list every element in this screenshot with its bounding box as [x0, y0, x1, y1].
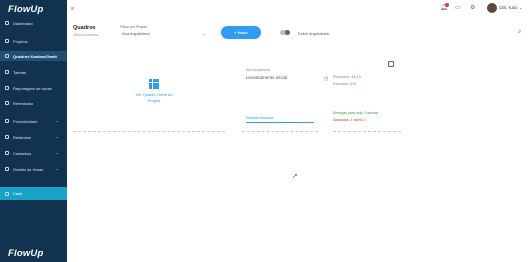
kanban-icon: [5, 54, 9, 58]
sidebar-item-label: Cash: [13, 191, 23, 196]
checkbox-icon[interactable]: [388, 61, 394, 67]
deliveries-today-link[interactable]: Entregas para hoje: 3 tarefas: [333, 111, 378, 115]
new-board-button[interactable]: + Novo: [221, 26, 261, 39]
user-name: Olá, Kaio: [499, 5, 518, 10]
notification-badge: [445, 3, 449, 7]
sidebar-item-label: Tarefas: [13, 69, 27, 75]
progress-fill: [246, 122, 314, 124]
general-board-label: Ver Quadro Geral do Projeto: [135, 92, 173, 103]
sidebar-item-quadros[interactable]: Quadros Kanban/Gantt: [0, 51, 67, 61]
hamburger-menu-icon[interactable]: ≡: [71, 6, 74, 12]
tasks-icon: [5, 70, 9, 74]
project-filter-select[interactable]: Ária Arquitetura ⌄: [119, 30, 208, 37]
board-title[interactable]: Levantamento inicial: [246, 75, 287, 80]
progress-label: Entrada realizada: [246, 116, 274, 120]
grid-icon: [149, 79, 159, 89]
sidebar-item-tarefas[interactable]: Tarefas: [0, 67, 67, 77]
sidebar-item-relatorios[interactable]: Relatórios ⌄: [0, 132, 67, 142]
sidebar-item-label: Quadros Kanban/Gantt: [13, 53, 57, 59]
estimated-hours: Estimado: 10 h: [333, 82, 357, 86]
divider: [73, 131, 225, 132]
sidebar-item-projetos[interactable]: Projetos: [0, 36, 67, 46]
divider: [333, 131, 401, 132]
archived-toggle-label: Exibir Arquivados: [298, 31, 329, 36]
list-icon: [5, 151, 9, 155]
chevron-down-icon: ⌄: [55, 150, 59, 155]
sidebar-item-label: Reembolso: [13, 100, 34, 106]
clock-icon: [5, 86, 9, 90]
sidebar-item-label: Reportagem de horas: [13, 85, 52, 91]
app-logo[interactable]: FlowUp: [8, 4, 44, 15]
divider: [242, 131, 318, 132]
footer-logo: FlowUp: [8, 248, 44, 259]
sidebar-item-cadastros[interactable]: Cadastros ⌄: [0, 148, 67, 158]
filter-value: Ária Arquitetura: [122, 31, 150, 36]
chevron-down-icon: ⌄: [55, 166, 59, 171]
sidebar-item-produtividade[interactable]: Produtividade ⌄: [0, 116, 67, 126]
sidebar-item-label: Dashboard: [13, 20, 33, 26]
warning-icon: ⚠: [363, 118, 367, 122]
reported-hours: Reportado: 94,2 h: [333, 75, 362, 79]
clock-icon: ◷: [324, 76, 329, 82]
folder-icon: [5, 39, 9, 43]
chevron-down-icon: ⌄: [55, 134, 59, 139]
user-menu[interactable]: Olá, Kaio ⌄: [499, 5, 523, 11]
sidebar-item-cash[interactable]: Cash: [0, 187, 67, 200]
hourglass-icon: [5, 167, 9, 171]
folder-icon[interactable]: ▭: [455, 4, 461, 11]
archived-toggle[interactable]: [280, 30, 290, 35]
sidebar-item-label: Gestão de Horas: [13, 166, 44, 172]
general-board-card[interactable]: Ver Quadro Geral do Projeto: [132, 79, 176, 104]
filter-label: Filtrar por Projeto: [120, 25, 148, 29]
sidebar-item-gestao-horas[interactable]: Gestão de Horas ⌄: [0, 164, 67, 174]
sidebar-item-dashboard[interactable]: Dashboard: [0, 18, 67, 28]
page-title: Quadros: [73, 25, 96, 31]
sidebar-item-label: Produtividade: [13, 118, 38, 124]
board-project-tag: Ária Arquitetura: [246, 68, 271, 72]
mouse-cursor-icon: ➚: [292, 173, 298, 180]
sidebar-item-reembolso[interactable]: Reembolso: [0, 98, 67, 108]
chart-icon: [5, 119, 9, 123]
settings-icon[interactable]: ⚙: [470, 4, 475, 11]
sidebar: FlowUp Dashboard Projetos Quadros Kanban…: [0, 0, 67, 262]
money-icon: [5, 101, 9, 105]
overdue-link[interactable]: Atrasadas: 1 tarefa ⚠: [333, 118, 367, 122]
sidebar-item-label: Relatórios: [13, 134, 32, 140]
chevron-down-icon: ⌄: [202, 31, 206, 36]
search-icon[interactable]: ⌕: [518, 29, 521, 36]
board-progress-bar: [246, 122, 314, 124]
page-subtitle: Últimos Acessos: [73, 33, 99, 37]
chevron-down-icon: ⌄: [55, 118, 59, 123]
sidebar-item-label: Cadastros: [13, 150, 32, 156]
sidebar-item-label: Projetos: [13, 38, 28, 44]
sidebar-item-reportagem[interactable]: Reportagem de horas: [0, 83, 67, 93]
dashboard-icon: [5, 21, 9, 25]
cash-icon: [5, 191, 9, 196]
avatar[interactable]: [487, 3, 497, 13]
report-icon: [5, 135, 9, 139]
